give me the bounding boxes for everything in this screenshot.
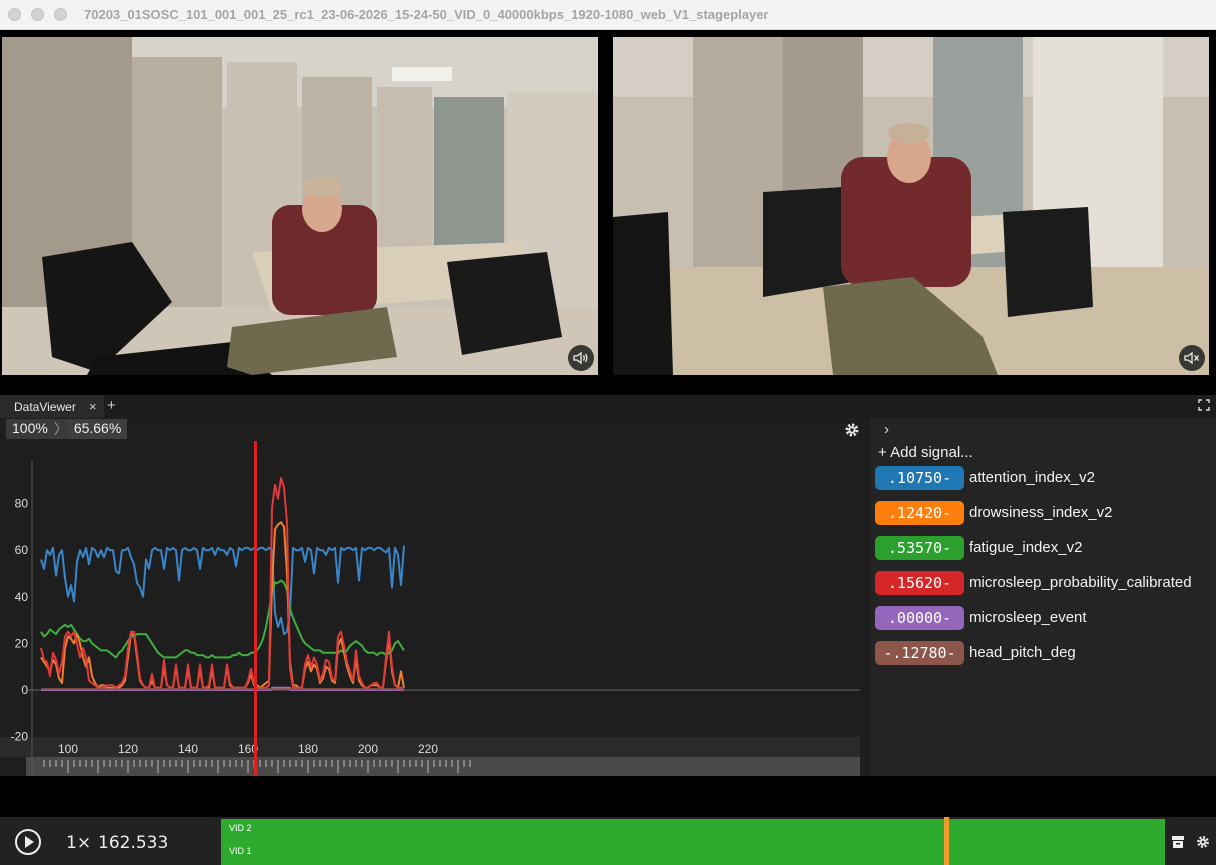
signal-row[interactable]: -.12780- head_pitch_deg (875, 640, 1076, 665)
add-signal-button[interactable]: + Add signal... (878, 444, 973, 461)
y-tick-label: -20 (11, 730, 29, 744)
signal-value-badge[interactable]: -.12780- (875, 640, 964, 665)
y-tick-label: 80 (15, 497, 29, 511)
signal-row[interactable]: .00000- microsleep_event (875, 605, 1087, 630)
signal-row[interactable]: .10750- attention_index_v2 (875, 465, 1095, 490)
track-vid-1[interactable]: VID 1 (221, 842, 1165, 865)
archive-icon[interactable] (1171, 835, 1185, 849)
video-right[interactable] (613, 37, 1209, 375)
x-tick-label: 200 (358, 742, 378, 756)
close-window-button[interactable] (8, 8, 21, 21)
signals-panel: › + Add signal... .10750- attention_index… (870, 418, 1216, 776)
chart-settings-gear-icon[interactable] (844, 422, 860, 438)
playback-speed[interactable]: 1× (66, 833, 91, 853)
x-tick-label: 100 (58, 742, 78, 756)
signal-chart[interactable]: -20020406080 100 120 140 160 180 200 220 (0, 441, 866, 776)
zoom-breadcrumb: 100% 〉 65.66% (6, 419, 128, 439)
video-right-frame (613, 37, 1209, 375)
signal-row[interactable]: .12420- drowsiness_index_v2 (875, 500, 1112, 525)
y-tick-label: 0 (21, 683, 28, 697)
signal-name: head_pitch_deg (969, 644, 1076, 661)
signal-value-badge[interactable]: .15620- (875, 570, 964, 595)
collapse-panel-icon[interactable]: › (884, 421, 889, 438)
close-tab-icon[interactable]: × (89, 399, 97, 414)
x-tick-label: 220 (418, 742, 438, 756)
time-scrubber[interactable] (26, 757, 860, 776)
signal-name: attention_index_v2 (969, 469, 1095, 486)
speaker-muted-icon[interactable] (1179, 345, 1205, 371)
speaker-icon[interactable] (568, 345, 594, 371)
zoom-level-current[interactable]: 65.66% (67, 419, 128, 439)
timeline-playhead[interactable] (944, 817, 949, 865)
signal-value-badge[interactable]: .53570- (875, 535, 964, 560)
settings-gear-icon[interactable] (1196, 835, 1210, 849)
signal-row[interactable]: .53570- fatigue_index_v2 (875, 535, 1082, 560)
add-tab-icon[interactable]: + (107, 397, 116, 414)
y-tick-label: 20 (15, 636, 29, 650)
signal-value-badge[interactable]: .12420- (875, 500, 964, 525)
zoom-separator: 〉 (53, 419, 68, 439)
signal-value-badge[interactable]: .00000- (875, 605, 964, 630)
track-label-vid-2: VID 2 (229, 823, 252, 833)
track-vid-2[interactable]: VID 2 (221, 819, 1165, 842)
signal-name: microsleep_event (969, 609, 1087, 626)
window-titlebar: 70203_01SOSC_101_001_001_25_rc1_23-06-20… (0, 0, 1216, 30)
zoom-level-full[interactable]: 100% (6, 419, 54, 439)
tab-dataviewer-label: DataViewer (14, 400, 76, 414)
track-label-vid-1: VID 1 (229, 846, 252, 856)
x-tick-label: 120 (118, 742, 138, 756)
zoom-window-button[interactable] (54, 8, 67, 21)
play-icon[interactable] (15, 829, 41, 855)
signal-name: microsleep_probability_calibrated (969, 574, 1192, 591)
signal-row[interactable]: .15620- microsleep_probability_calibrated (875, 570, 1192, 595)
minimize-window-button[interactable] (31, 8, 44, 21)
signal-name: drowsiness_index_v2 (969, 504, 1113, 521)
x-tick-label: 140 (178, 742, 198, 756)
window-title: 70203_01SOSC_101_001_001_25_rc1_23-06-20… (84, 7, 769, 22)
chart-background (0, 441, 866, 776)
x-tick-label: 180 (298, 742, 318, 756)
current-time: 162.533 (98, 833, 169, 853)
video-left-frame (2, 37, 598, 375)
dataviewer-tabbar: DataViewer × + (0, 395, 1216, 418)
y-tick-label: 40 (15, 590, 29, 604)
transport-bar: 1× 162.533 VID 2 VID 1 (0, 817, 1216, 865)
signal-value-badge[interactable]: .10750- (875, 465, 964, 490)
video-left[interactable] (2, 37, 598, 375)
maximize-icon[interactable] (1198, 399, 1210, 411)
signal-name: fatigue_index_v2 (969, 539, 1083, 556)
y-tick-label: 60 (15, 543, 29, 557)
